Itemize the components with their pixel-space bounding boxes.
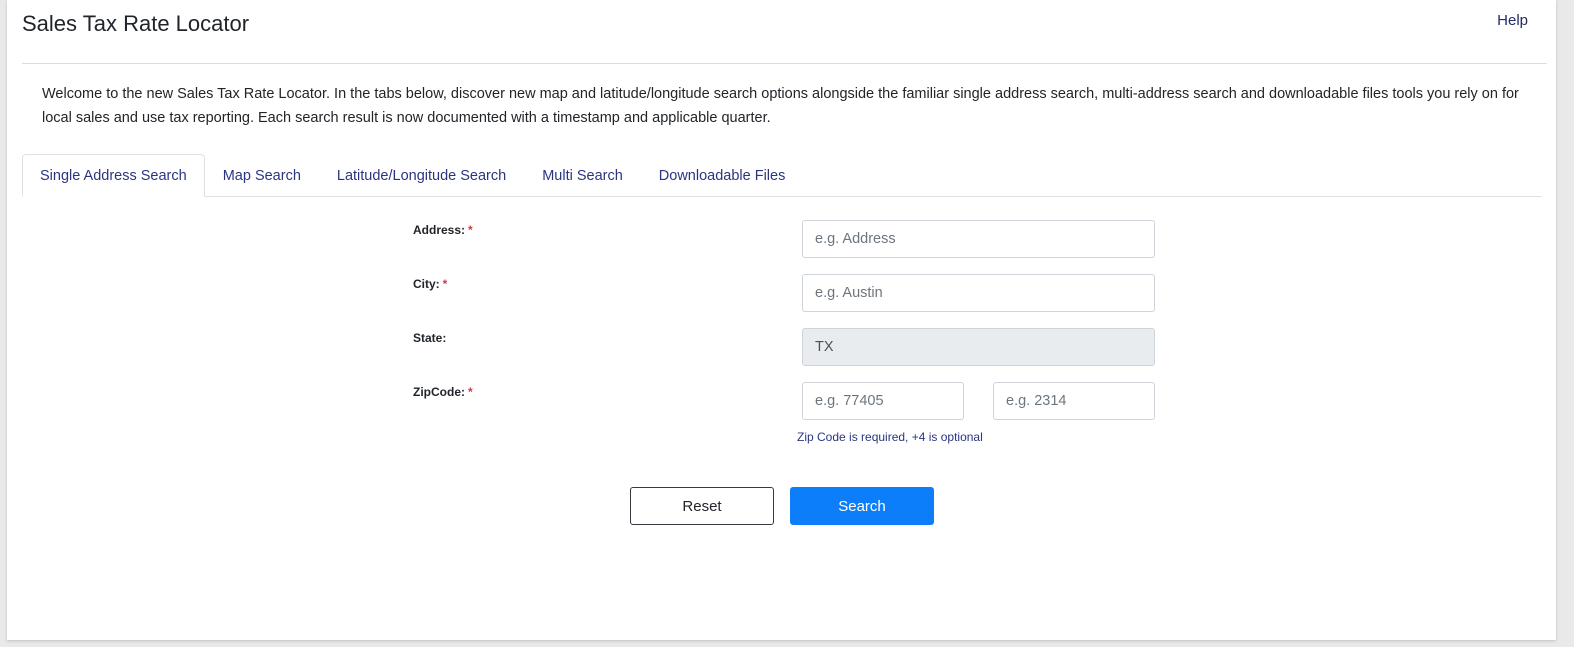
city-input[interactable] (802, 274, 1155, 312)
main-card: Sales Tax Rate Locator Help Welcome to t… (7, 0, 1556, 640)
zipcode-label: ZipCode: * (413, 385, 473, 399)
tab-map-search[interactable]: Map Search (205, 154, 319, 195)
header-divider (22, 63, 1547, 64)
address-label-text: Address: (413, 223, 466, 237)
zipcode-hint: Zip Code is required, +4 is optional (797, 430, 983, 444)
help-link[interactable]: Help (1497, 12, 1528, 29)
state-label-text: State: (413, 331, 447, 345)
zipcode-label-text: ZipCode: (413, 385, 465, 399)
address-input[interactable] (802, 220, 1155, 258)
page-title: Sales Tax Rate Locator (22, 11, 250, 36)
intro-text: Welcome to the new Sales Tax Rate Locato… (42, 86, 1519, 126)
address-required-mark: * (468, 223, 473, 237)
reset-button[interactable]: Reset (630, 487, 774, 525)
search-tabs: Single Address Search Map Search Latitud… (22, 154, 1542, 197)
tab-downloadable-files[interactable]: Downloadable Files (641, 154, 804, 195)
zipcode-input[interactable] (802, 382, 964, 420)
tab-multi-search[interactable]: Multi Search (524, 154, 641, 195)
zipcode-required-mark: * (468, 385, 473, 399)
tab-latitude-longitude-search[interactable]: Latitude/Longitude Search (319, 154, 524, 195)
state-input (802, 328, 1155, 366)
city-label-text: City: (413, 277, 440, 291)
address-label: Address: * (413, 223, 473, 237)
state-label: State: (413, 331, 446, 345)
city-required-mark: * (442, 277, 448, 291)
zipcode-plus4-input[interactable] (993, 382, 1155, 420)
city-label: City: * (413, 277, 447, 291)
search-button[interactable]: Search (790, 487, 934, 525)
tab-single-address-search[interactable]: Single Address Search (22, 154, 205, 197)
